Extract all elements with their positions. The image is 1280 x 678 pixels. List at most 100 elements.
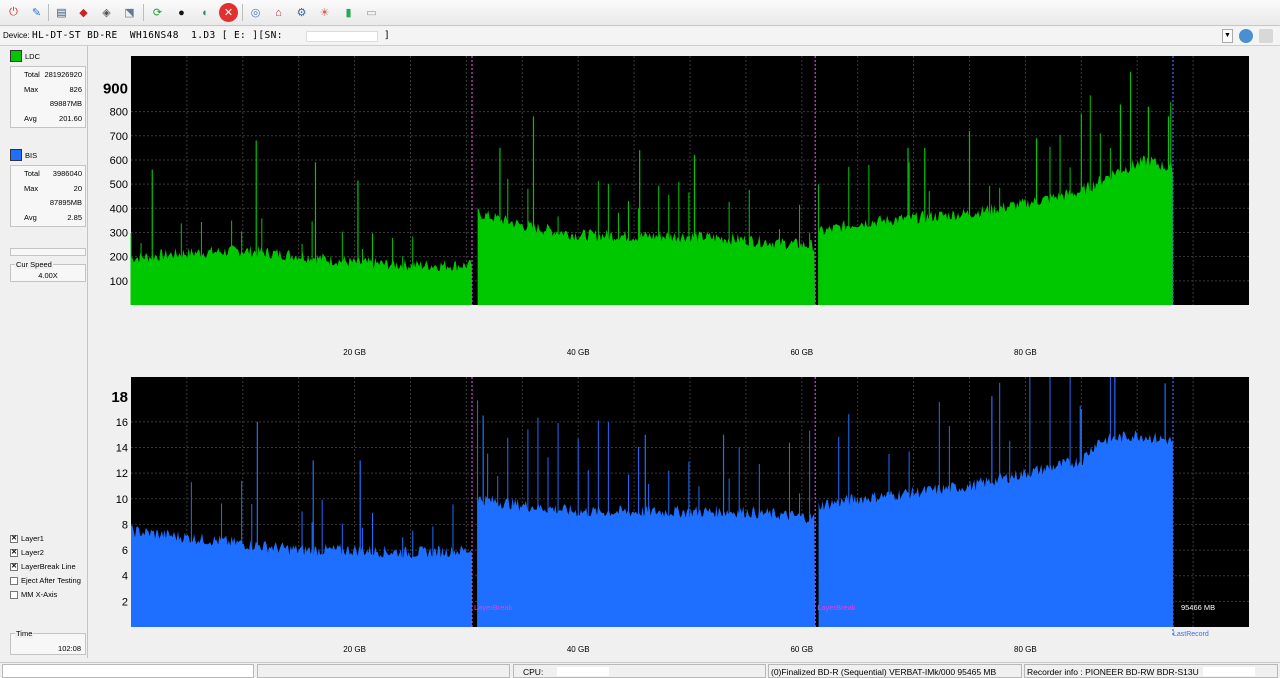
- device-bar: Device: HL-DT-ST BD-RE WH16NS48 1.D3 [ E…: [0, 27, 1280, 46]
- refresh-device-icon[interactable]: [1239, 29, 1253, 43]
- bis-swatch: [10, 149, 22, 161]
- speed-box: Cur Speed 4.00X: [10, 260, 86, 282]
- toolbar: ⏻ ✎ ▤ ◆ ◈ ⬔ ⟳ ● ◐ ✕ ◎ ⌂ ⚙ ☀ ▮ ▭: [0, 0, 1280, 26]
- y-tick-label: 10: [116, 494, 128, 506]
- stat-row: 89887MB: [49, 99, 82, 109]
- device-label: Device:: [3, 31, 30, 40]
- x-tick-label: 80 GB: [1014, 645, 1037, 654]
- y-top-label: 900: [103, 80, 128, 97]
- option-layerbreak-line[interactable]: ✕ LayerBreak Line: [10, 562, 76, 571]
- device-dropdown-button[interactable]: ▼: [1222, 29, 1233, 43]
- stop-icon[interactable]: ✕: [219, 3, 238, 22]
- y-tick-label: 600: [110, 155, 128, 167]
- status-disc-info: (0)Finalized BD-R (Sequential) VERBAT-IM…: [768, 664, 1022, 678]
- pause-icon[interactable]: ◐: [196, 3, 215, 22]
- y-tick-label: 6: [122, 545, 128, 557]
- ldc-swatch: [10, 50, 22, 62]
- cpu-meter: [557, 667, 609, 676]
- checkbox[interactable]: ✕: [10, 548, 18, 557]
- checkbox[interactable]: [10, 590, 18, 599]
- speed-label: Cur Speed: [15, 260, 53, 269]
- recorder-field: [1203, 667, 1255, 676]
- option-layer2[interactable]: ✕ Layer2: [10, 548, 44, 557]
- screenshot-icon[interactable]: ▮: [339, 3, 358, 22]
- y-tick-label: 500: [110, 179, 128, 191]
- option-eject-after-testing[interactable]: Eject After Testing: [10, 576, 81, 585]
- progress-box: [10, 248, 86, 256]
- ldc-legend: LDC: [10, 50, 88, 62]
- bis-legend: BIS: [10, 149, 88, 161]
- option-mm-x-axis[interactable]: MM X-Axis: [10, 590, 57, 599]
- benchmark-icon[interactable]: ▤: [52, 3, 71, 22]
- y-tick-label: 8: [122, 519, 128, 531]
- toolbar-separator: [143, 4, 144, 21]
- disc-icon[interactable]: ◎: [246, 3, 265, 22]
- serial-number-field: [306, 31, 378, 42]
- layer-break-label: LayerBreak: [817, 603, 856, 612]
- scan-disc-icon[interactable]: ⬔: [120, 3, 139, 22]
- stat-row: 87895MB: [49, 198, 82, 208]
- y-top-label: 18: [111, 389, 128, 406]
- option-layer1[interactable]: ✕ Layer1: [10, 534, 44, 543]
- refresh-icon[interactable]: ⟳: [148, 3, 167, 22]
- ldc-label: LDC: [25, 51, 41, 61]
- y-tick-label: 400: [110, 203, 128, 215]
- y-tick-label: 800: [110, 107, 128, 119]
- x-tick-label: 20 GB: [343, 348, 366, 357]
- erase-icon[interactable]: ⌂: [269, 3, 288, 22]
- toolbar-separator: [48, 4, 49, 21]
- status-message: [257, 664, 510, 678]
- chart-icon[interactable]: ☀: [315, 3, 334, 22]
- toolbar-separator: [242, 4, 243, 21]
- disc-quality-icon[interactable]: ◈: [97, 3, 116, 22]
- y-tick-label: 12: [116, 468, 128, 480]
- sidebar: LDC Total 281926920 Max 826 89887MB Avg 201…: [7, 46, 88, 658]
- y-tick-label: 16: [116, 417, 128, 429]
- create-disc-icon[interactable]: ◆: [74, 3, 93, 22]
- status-progress: [2, 664, 254, 678]
- status-cpu: CPU:: [513, 664, 766, 678]
- layer-break-label: LayerBreak: [474, 603, 513, 612]
- exit-icon[interactable]: ⏻: [4, 3, 23, 22]
- y-tick-label: 2: [122, 596, 128, 608]
- stat-row: Max 20: [24, 183, 82, 193]
- status-recorder-info: Recorder info : PIONEER BD-RW BDR-S13U: [1024, 664, 1278, 678]
- time-label: Time: [15, 629, 34, 638]
- stat-row: Total 281926920: [24, 70, 82, 79]
- time-value: 102:08: [58, 644, 81, 653]
- bis-label: BIS: [25, 150, 38, 160]
- y-tick-label: 700: [110, 131, 128, 143]
- last-record-label: LastRecord: [1173, 631, 1209, 638]
- charts-area: 100 200 300 400 500 600 700 800 900 20 GB 40 GB 60 …: [103, 56, 1249, 654]
- stat-row: Avg 201.60: [24, 114, 82, 124]
- end-size-label: 95466 MB: [1181, 603, 1215, 612]
- y-tick-label: 300: [110, 227, 128, 239]
- x-tick-label: 40 GB: [567, 645, 590, 654]
- stat-row: Max 826: [24, 84, 82, 94]
- y-tick-label: 200: [110, 252, 128, 264]
- x-tick-label: 80 GB: [1014, 348, 1037, 357]
- checkbox[interactable]: ✕: [10, 562, 18, 571]
- ldc-stats: Total 281926920 Max 826 89887MB Avg 201.60: [10, 66, 86, 128]
- stat-row: Avg 2.85: [24, 213, 82, 223]
- x-tick-label: 60 GB: [790, 645, 813, 654]
- x-tick-label: 40 GB: [567, 348, 590, 357]
- settings-icon[interactable]: ⚙: [292, 3, 311, 22]
- device-select[interactable]: HL-DT-ST BD-RE WH16NS48 1.D3 [ E: ][SN:: [32, 30, 283, 41]
- device-bracket: ]: [384, 30, 390, 41]
- save-screenshot-icon[interactable]: [1259, 29, 1273, 43]
- drive-info-icon[interactable]: ✎: [27, 3, 46, 22]
- x-tick-label: 60 GB: [790, 348, 813, 357]
- y-tick-label: 4: [122, 571, 128, 583]
- y-tick-label: 100: [110, 276, 128, 288]
- status-bar: CPU: (0)Finalized BD-R (Sequential) VERB…: [0, 662, 1280, 678]
- checkbox[interactable]: [10, 576, 18, 585]
- stat-row: Total 3986040: [24, 169, 82, 178]
- speed-value: 4.00X: [38, 271, 58, 280]
- y-tick-label: 14: [116, 443, 128, 455]
- time-box: Time 102:08: [10, 629, 86, 655]
- start-icon[interactable]: ●: [172, 3, 191, 22]
- checkbox[interactable]: ✕: [10, 534, 18, 543]
- save-icon[interactable]: ▭: [362, 3, 381, 22]
- bis-stats: Total 3986040 Max 20 87895MB Avg 2.85: [10, 165, 86, 227]
